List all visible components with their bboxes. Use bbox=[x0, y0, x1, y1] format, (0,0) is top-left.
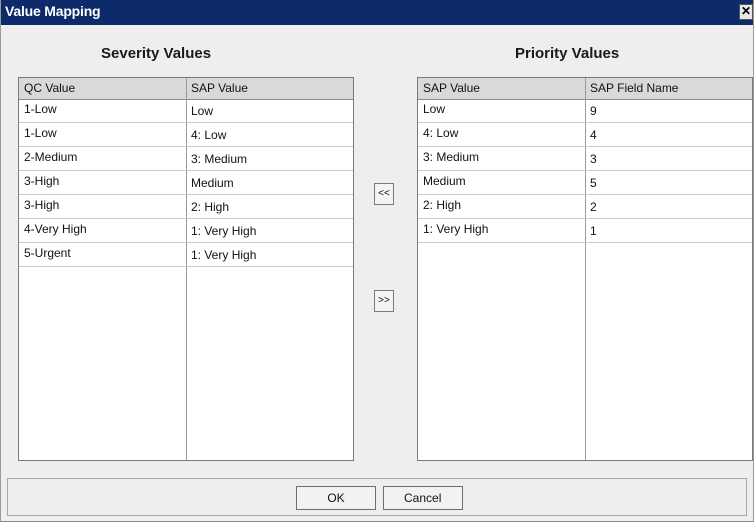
sap-value-cell: 3: Medium bbox=[423, 150, 480, 164]
sap-value-cell: Low bbox=[423, 102, 446, 116]
value-mapping-dialog: Value Mapping ✕ Severity Values QC Value… bbox=[0, 0, 754, 522]
table-row[interactable]: 3: Medium 3 bbox=[418, 147, 752, 171]
table-row[interactable]: 5-Urgent 1: Very High bbox=[19, 243, 353, 267]
window-title: Value Mapping bbox=[5, 3, 101, 19]
sap-field-name-cell: 4 bbox=[590, 128, 597, 142]
sap-field-name-cell: 1 bbox=[590, 224, 597, 238]
table-row[interactable]: 1-Low Low bbox=[19, 99, 353, 123]
sap-field-name-cell: 5 bbox=[590, 176, 597, 190]
sap-value-cell: 2: High bbox=[191, 200, 230, 214]
close-icon[interactable]: ✕ bbox=[739, 4, 753, 20]
sap-value-cell: 4: Low bbox=[423, 126, 459, 140]
title-bar[interactable]: Value Mapping ✕ bbox=[1, 0, 753, 25]
ok-button[interactable]: OK bbox=[296, 486, 376, 510]
sap-value-cell: 4: Low bbox=[191, 128, 227, 142]
cancel-button[interactable]: Cancel bbox=[383, 486, 463, 510]
qc-value-cell: 1-Low bbox=[24, 126, 57, 140]
sap-field-name-cell: 2 bbox=[590, 200, 597, 214]
sap-field-name-cell: 3 bbox=[590, 152, 597, 166]
qc-value-cell: 3-High bbox=[24, 174, 60, 188]
sap-value-cell: Medium bbox=[191, 176, 234, 190]
qc-value-cell: 5-Urgent bbox=[24, 246, 71, 260]
qc-value-cell: 2-Medium bbox=[24, 150, 78, 164]
column-header-sap-value[interactable]: SAP Value bbox=[418, 78, 585, 99]
priority-table: SAP Value SAP Field Name Low 9 4: Low 4 … bbox=[417, 77, 753, 461]
qc-value-cell: 1-Low bbox=[24, 102, 57, 116]
table-row[interactable]: Medium 5 bbox=[418, 171, 752, 195]
move-left-button[interactable]: << bbox=[374, 183, 394, 205]
column-header-sap-value[interactable]: SAP Value bbox=[186, 78, 353, 99]
sap-value-cell: 2: High bbox=[423, 198, 462, 212]
table-row[interactable]: 4: Low 4 bbox=[418, 123, 752, 147]
move-right-button[interactable]: >> bbox=[374, 290, 394, 312]
table-row[interactable]: 2: High 2 bbox=[418, 195, 752, 219]
sap-value-cell: Low bbox=[191, 104, 214, 118]
column-header-sap-field-name[interactable]: SAP Field Name bbox=[585, 78, 752, 99]
qc-value-cell: 4-Very High bbox=[24, 222, 87, 236]
sap-value-cell: 1: Very High bbox=[423, 222, 489, 236]
severity-title: Severity Values bbox=[101, 45, 212, 62]
severity-table: QC Value SAP Value 1-Low Low 1-Low 4: Lo… bbox=[18, 77, 354, 461]
table-row[interactable]: 3-High Medium bbox=[19, 171, 353, 195]
table-row[interactable]: 1: Very High 1 bbox=[418, 219, 752, 243]
table-row[interactable]: 1-Low 4: Low bbox=[19, 123, 353, 147]
qc-value-cell: 3-High bbox=[24, 198, 60, 212]
sap-value-cell: 1: Very High bbox=[191, 224, 257, 238]
priority-title: Priority Values bbox=[515, 45, 620, 62]
table-row[interactable]: 3-High 2: High bbox=[19, 195, 353, 219]
footer-panel bbox=[7, 478, 747, 516]
sap-value-cell: 3: Medium bbox=[191, 152, 248, 166]
table-row[interactable]: 4-Very High 1: Very High bbox=[19, 219, 353, 243]
sap-value-cell: 1: Very High bbox=[191, 248, 257, 262]
table-row[interactable]: 2-Medium 3: Medium bbox=[19, 147, 353, 171]
table-row[interactable]: Low 9 bbox=[418, 99, 752, 123]
sap-field-name-cell: 9 bbox=[590, 104, 597, 118]
column-header-qc-value[interactable]: QC Value bbox=[19, 78, 186, 99]
sap-value-cell: Medium bbox=[423, 174, 466, 188]
